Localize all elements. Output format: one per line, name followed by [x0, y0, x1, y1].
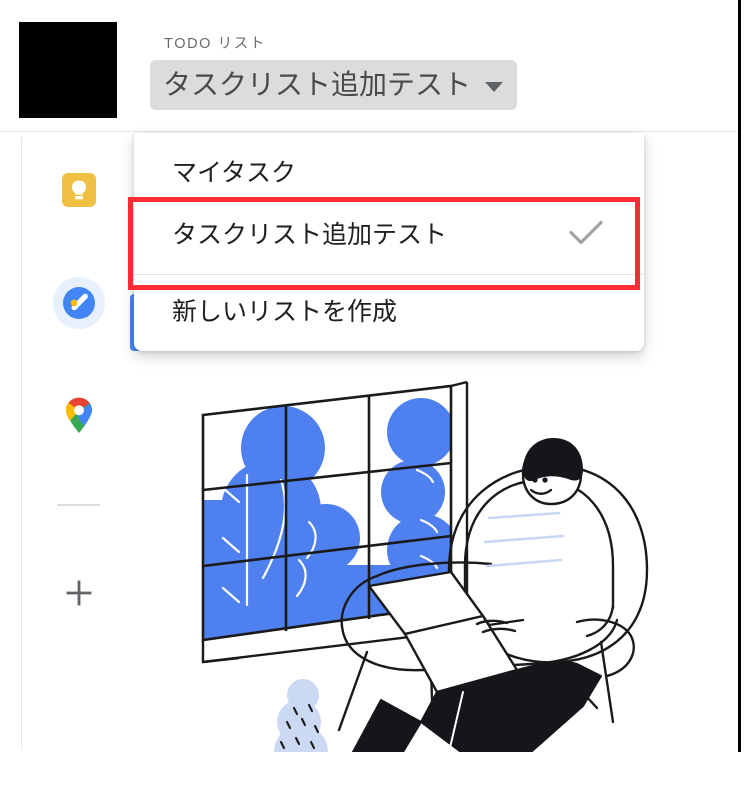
tasks-check-icon	[63, 287, 95, 319]
plus-icon	[66, 580, 92, 606]
redacted-block	[19, 22, 117, 118]
rail-left-divider	[21, 137, 22, 750]
rail-item-keep[interactable]	[53, 164, 105, 216]
maps-pin-icon	[66, 397, 92, 433]
todo-list-eyebrow: TODO リスト	[164, 36, 266, 52]
rail-divider	[57, 504, 100, 506]
task-list-selector-label: タスクリスト追加テスト	[163, 69, 472, 100]
add-app-button[interactable]	[53, 567, 105, 619]
menu-item-my-tasks[interactable]: マイタスク	[134, 142, 644, 204]
menu-item-create-new-list[interactable]: 新しいリストを作成	[134, 281, 644, 343]
chevron-down-icon	[485, 81, 504, 92]
menu-item-selected-list[interactable]: タスクリスト追加テスト	[134, 204, 644, 266]
rail-item-tasks[interactable]	[53, 277, 105, 329]
rail-item-maps[interactable]	[53, 389, 105, 441]
task-list-dropdown-menu: マイタスク タスクリスト追加テスト 新しいリストを作成	[134, 133, 644, 351]
screenshot-root: TODO リスト マイタスク タスクリスト追加テスト 新しいリストを作成 タスク…	[0, 0, 756, 792]
check-icon	[568, 219, 604, 252]
keep-lightbulb-icon	[62, 173, 96, 207]
capture-right-edge	[738, 0, 741, 752]
task-list-selector-chip[interactable]: タスクリスト追加テスト	[150, 60, 518, 110]
menu-item-label: タスクリスト追加テスト	[172, 220, 448, 249]
menu-item-label: マイタスク	[172, 158, 297, 187]
menu-divider	[134, 274, 644, 275]
menu-item-label: 新しいリストを作成	[172, 297, 398, 326]
tasks-pane: TODO リスト	[131, 0, 738, 752]
app-rail	[21, 132, 130, 752]
